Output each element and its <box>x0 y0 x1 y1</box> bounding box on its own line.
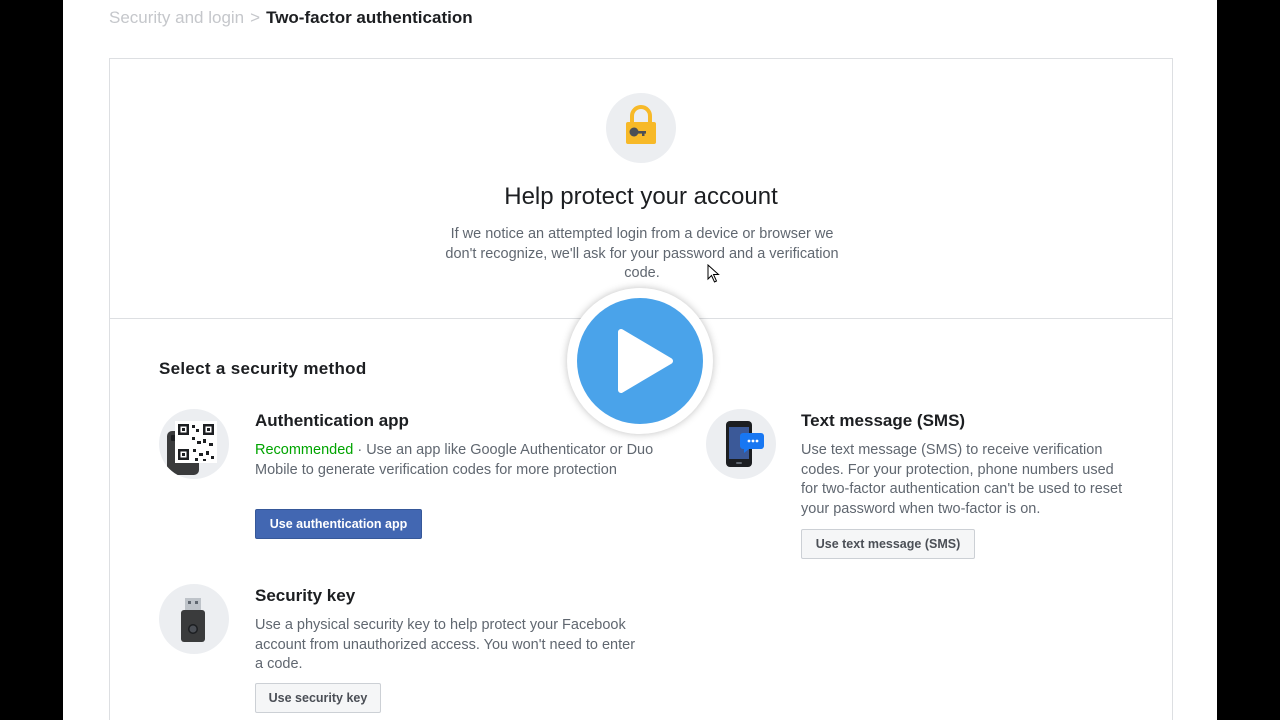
security-key-title: Security key <box>255 586 356 605</box>
sms-title: Text message (SMS) <box>801 411 966 430</box>
breadcrumb: Security and login > Two-factor authentica… <box>109 7 473 29</box>
sms-description: Use text message (SMS) to receive verifi… <box>801 442 1123 518</box>
play-button[interactable] <box>567 288 713 434</box>
hero-section: Help protect your account If we notice a… <box>110 59 1172 319</box>
qr-code-phone-icon <box>159 409 229 479</box>
use-authentication-app-button[interactable]: Use authentication app <box>255 509 422 539</box>
section-title: Select a security method <box>159 359 367 378</box>
lock-key-icon <box>606 93 676 163</box>
use-text-message-button[interactable]: Use text message (SMS) <box>801 529 975 559</box>
hero-description: If we notice an attempted login from a d… <box>445 226 839 281</box>
security-key-description: Use a physical security key to help prot… <box>255 617 636 673</box>
phone-message-icon <box>706 409 776 479</box>
auth-app-description: Recommended · Use an app like Google Aut… <box>255 441 655 480</box>
hero-title: Help protect your account <box>504 183 778 210</box>
mouse-cursor-icon <box>707 263 721 289</box>
play-icon <box>577 298 703 424</box>
recommended-label: Recommended <box>255 442 354 458</box>
breadcrumb-separator: > <box>250 8 261 27</box>
auth-app-title: Authentication app <box>255 411 409 430</box>
use-security-key-button[interactable]: Use security key <box>255 683 381 713</box>
breadcrumb-current: Two-factor authentication <box>266 8 473 27</box>
usb-security-key-icon <box>159 584 229 654</box>
breadcrumb-security-and-login[interactable]: Security and login <box>109 8 244 27</box>
